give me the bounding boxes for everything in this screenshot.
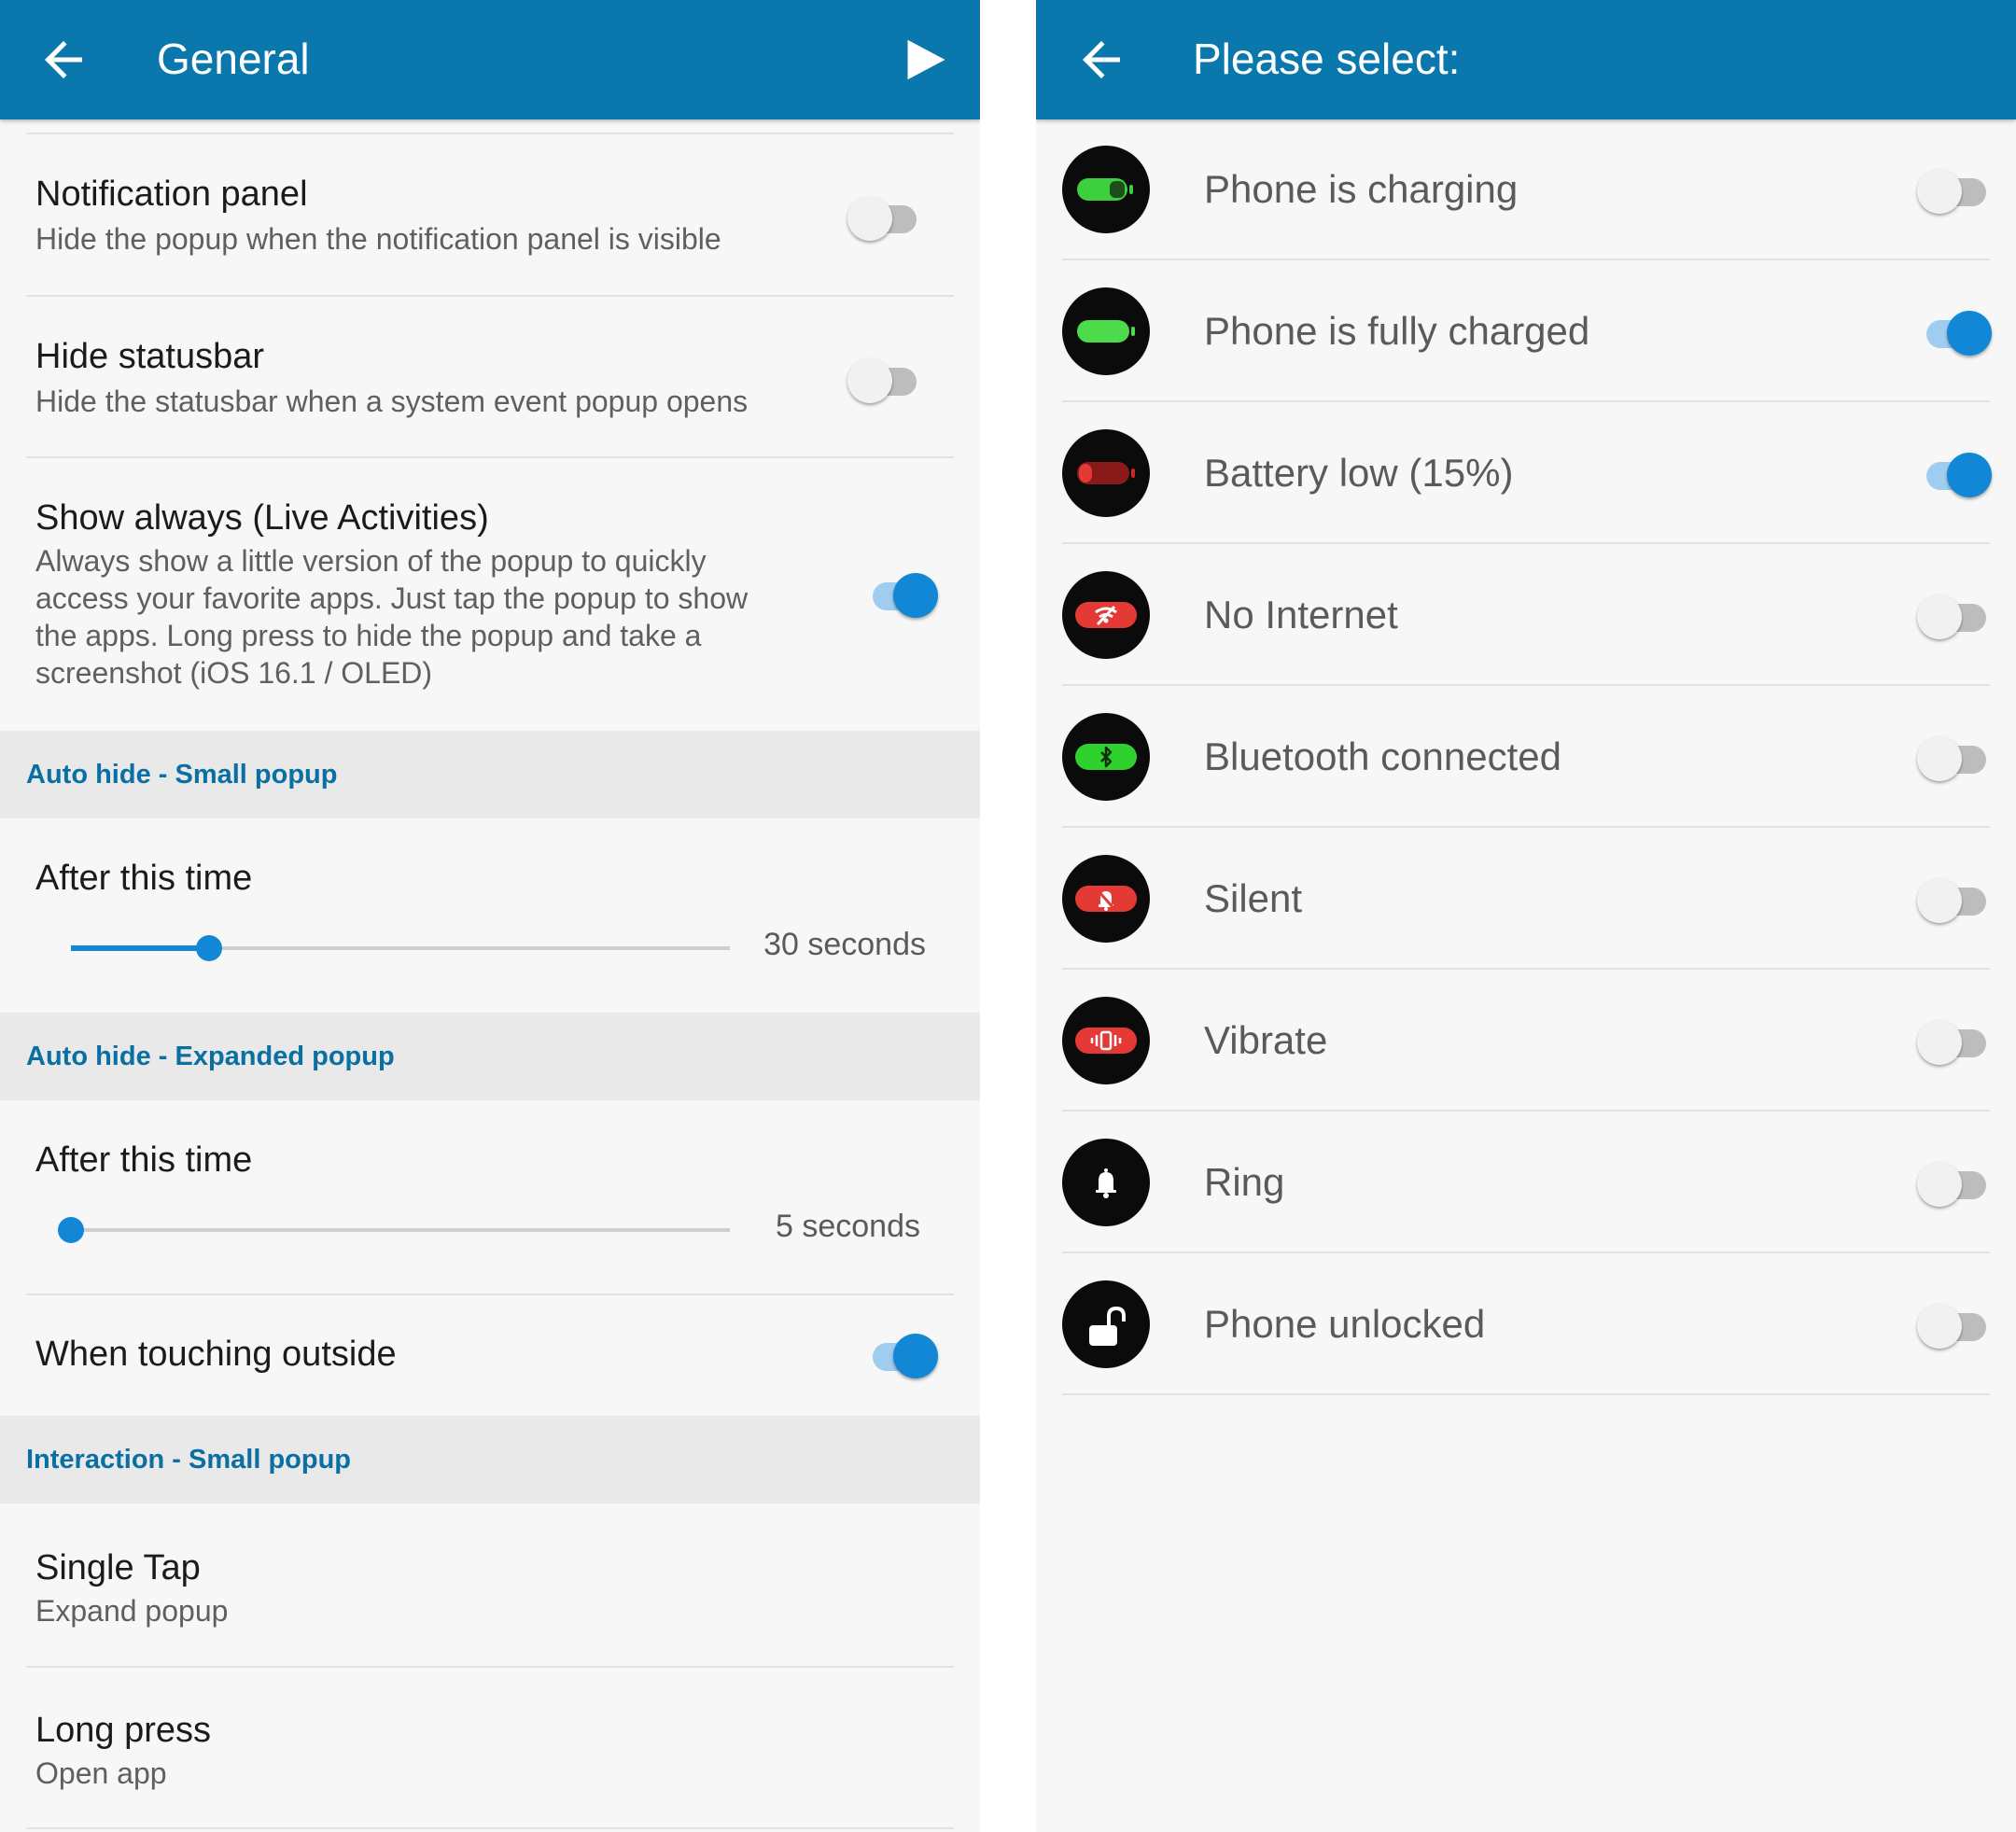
page-title: Please select: bbox=[1193, 35, 1461, 83]
unlock-icon bbox=[1062, 1280, 1150, 1368]
setting-show-always[interactable]: Show always (Live Activities) Always sho… bbox=[0, 456, 980, 731]
event-item-phone-charging[interactable]: Phone is charging bbox=[1036, 119, 2016, 260]
slider-thumb[interactable] bbox=[196, 935, 223, 961]
show-always-toggle[interactable] bbox=[863, 569, 938, 618]
setting-subtitle-line: screenshot (iOS 16.1 / OLED) bbox=[35, 656, 433, 690]
battery-charging-icon bbox=[1062, 146, 1150, 233]
setting-subtitle: Expand popup bbox=[35, 1594, 229, 1628]
setting-subtitle-line: the apps. Long press to hide the popup a… bbox=[35, 619, 702, 652]
event-label: No Internet bbox=[1204, 593, 1398, 636]
setting-auto-hide-expanded-time: After this time 5 seconds bbox=[0, 1100, 980, 1294]
divider bbox=[26, 1827, 954, 1829]
event-toggle[interactable] bbox=[1917, 733, 1992, 781]
setting-subtitle: Hide the statusbar when a system event p… bbox=[35, 385, 749, 418]
event-label: Battery low (15%) bbox=[1204, 451, 1514, 495]
setting-title: Single Tap bbox=[35, 1548, 201, 1587]
section-header-auto-hide-expanded: Auto hide - Expanded popup bbox=[0, 1013, 980, 1100]
app-bar: Please select: bbox=[1036, 0, 2016, 119]
setting-notification-panel[interactable]: Notification panel Hide the popup when t… bbox=[0, 133, 980, 295]
event-item-ring[interactable]: Ring bbox=[1036, 1112, 2016, 1253]
expanded-popup-time-slider[interactable] bbox=[58, 1211, 730, 1249]
event-item-no-internet[interactable]: No Internet bbox=[1036, 544, 2016, 686]
event-label: Ring bbox=[1204, 1160, 1285, 1204]
setting-subtitle: Hide the popup when the notification pan… bbox=[35, 222, 721, 256]
back-arrow-icon[interactable] bbox=[35, 32, 91, 88]
bluetooth-icon bbox=[1062, 713, 1150, 801]
event-toggle[interactable] bbox=[1917, 874, 1992, 923]
event-toggle[interactable] bbox=[1917, 591, 1992, 639]
event-label: Vibrate bbox=[1204, 1018, 1328, 1062]
event-label: Silent bbox=[1204, 876, 1303, 920]
bell-icon bbox=[1062, 1139, 1150, 1226]
page-title: General bbox=[157, 35, 310, 83]
event-toggle[interactable] bbox=[1917, 449, 1992, 497]
slider-value: 5 seconds bbox=[776, 1209, 920, 1244]
setting-title: After this time bbox=[35, 859, 253, 898]
setting-title: After this time bbox=[35, 1140, 253, 1180]
setting-title: Show always (Live Activities) bbox=[35, 498, 489, 538]
notification-panel-toggle[interactable] bbox=[847, 192, 922, 241]
section-header-interaction-small: Interaction - Small popup bbox=[0, 1416, 980, 1503]
setting-title: Hide statusbar bbox=[35, 337, 265, 376]
event-toggle[interactable] bbox=[1917, 1300, 1992, 1349]
event-select-screen: Please select: Phone is charging Phone i… bbox=[1036, 0, 2016, 1832]
event-toggle[interactable] bbox=[1917, 165, 1992, 214]
setting-hide-statusbar[interactable]: Hide statusbar Hide the statusbar when a… bbox=[0, 295, 980, 456]
section-title: Interaction - Small popup bbox=[26, 1445, 352, 1475]
app-bar: General bbox=[0, 0, 980, 119]
setting-subtitle-line: access your favorite apps. Just tap the … bbox=[35, 581, 749, 615]
setting-title: Long press bbox=[35, 1711, 212, 1750]
divider bbox=[1062, 1393, 1990, 1395]
event-item-phone-unlocked[interactable]: Phone unlocked bbox=[1036, 1253, 2016, 1395]
general-settings-screen: General Notification panel Hide the popu… bbox=[0, 0, 980, 1832]
vibrate-icon bbox=[1062, 997, 1150, 1084]
setting-single-tap[interactable]: Single Tap Expand popup bbox=[0, 1503, 980, 1666]
battery-low-icon bbox=[1062, 429, 1150, 517]
setting-auto-hide-small-time: After this time 30 seconds bbox=[0, 818, 980, 1013]
event-toggle[interactable] bbox=[1917, 1016, 1992, 1065]
setting-long-press[interactable]: Long press Open app bbox=[0, 1667, 980, 1829]
event-label: Bluetooth connected bbox=[1204, 734, 1561, 778]
play-icon[interactable] bbox=[896, 32, 952, 88]
event-item-bluetooth[interactable]: Bluetooth connected bbox=[1036, 686, 2016, 828]
event-toggle[interactable] bbox=[1917, 307, 1992, 356]
touch-outside-toggle[interactable] bbox=[863, 1330, 938, 1378]
event-item-fully-charged[interactable]: Phone is fully charged bbox=[1036, 260, 2016, 402]
setting-touch-outside[interactable]: When touching outside bbox=[0, 1294, 980, 1416]
event-label: Phone unlocked bbox=[1204, 1302, 1486, 1346]
event-item-silent[interactable]: Silent bbox=[1036, 828, 2016, 970]
hide-statusbar-toggle[interactable] bbox=[847, 355, 922, 403]
event-label: Phone is charging bbox=[1204, 167, 1519, 211]
setting-subtitle: Open app bbox=[35, 1756, 167, 1790]
event-item-vibrate[interactable]: Vibrate bbox=[1036, 970, 2016, 1112]
small-popup-time-slider[interactable] bbox=[71, 930, 730, 967]
battery-full-icon bbox=[1062, 287, 1150, 375]
setting-title: Notification panel bbox=[35, 175, 308, 214]
event-label: Phone is fully charged bbox=[1204, 309, 1590, 353]
bell-off-icon bbox=[1062, 855, 1150, 943]
slider-thumb[interactable] bbox=[58, 1217, 84, 1243]
back-arrow-icon[interactable] bbox=[1073, 32, 1129, 88]
event-toggle[interactable] bbox=[1917, 1158, 1992, 1207]
slider-value: 30 seconds bbox=[763, 927, 926, 962]
setting-title: When touching outside bbox=[35, 1335, 397, 1374]
setting-subtitle-line: Always show a little version of the popu… bbox=[35, 544, 707, 578]
no-wifi-icon bbox=[1062, 571, 1150, 659]
section-header-auto-hide-small: Auto hide - Small popup bbox=[0, 731, 980, 818]
section-title: Auto hide - Small popup bbox=[26, 760, 338, 790]
section-title: Auto hide - Expanded popup bbox=[26, 1042, 395, 1071]
event-item-battery-low[interactable]: Battery low (15%) bbox=[1036, 402, 2016, 544]
